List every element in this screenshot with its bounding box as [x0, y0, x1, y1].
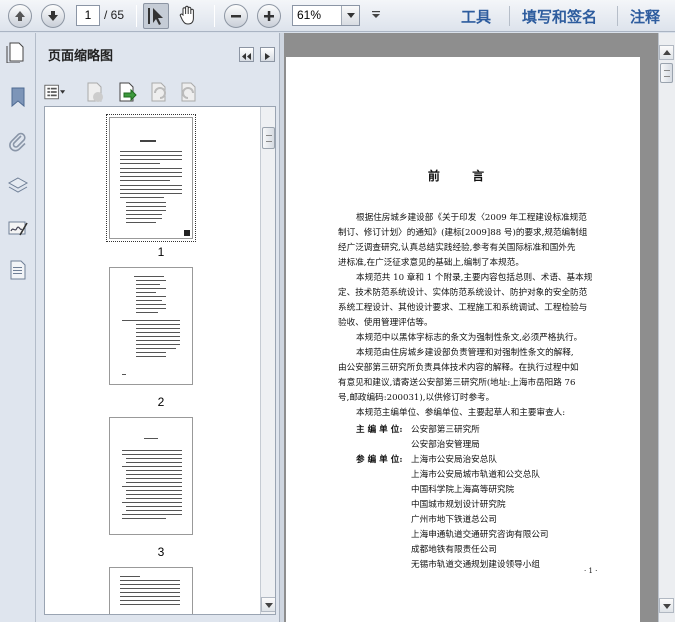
rotate-right-icon[interactable] — [178, 81, 200, 103]
comment-menu[interactable]: 注释 — [630, 6, 660, 27]
paragraph-line: 本规范由住房城乡建设部负责管理和对强制性条文的解释, — [356, 348, 574, 358]
thumbnail-page-4[interactable] — [109, 567, 193, 614]
paragraph-line: 号,邮政编码:200031),以供修订时参考。 — [338, 393, 495, 403]
scroll-down-button[interactable] — [659, 598, 674, 613]
toolbar-separator — [136, 5, 137, 27]
rotate-left-icon[interactable] — [148, 81, 170, 103]
page-total: / 65 — [104, 8, 125, 22]
thumbnail-label: 1 — [157, 245, 165, 259]
document-title: 前 言 — [427, 169, 499, 183]
toolbar-separator — [214, 5, 215, 27]
paragraph-line: 由公安部第三研究所负责具体技术内容的解释。在执行过程中如 — [338, 363, 579, 373]
chief-unit: 公安部治安管理局 — [411, 440, 480, 450]
bookmark-icon[interactable] — [6, 85, 30, 109]
hand-icon — [179, 5, 194, 25]
participant-unit: 上海申通轨道交通研究咨询有限公司 — [411, 530, 549, 540]
extract-page-icon[interactable] — [116, 81, 138, 103]
participant-unit-row: 参 编 单 位: 上海市公安局治安总队 — [356, 453, 497, 465]
participant-unit: 中国科学院上海高等研究院 — [411, 485, 515, 495]
paragraph-line: 制订、修订计划〉的通知》(建标[2009]88 号)的要求,规范编制组 — [338, 228, 588, 238]
zoom-value: 61% — [297, 8, 322, 22]
navigation-rail — [0, 33, 36, 622]
thumbnail-page-3[interactable] — [109, 417, 193, 535]
thumbnail-list: 1 2 3 — [44, 106, 276, 615]
select-tool-button[interactable] — [143, 3, 169, 29]
hand-tool-button[interactable] — [176, 3, 202, 29]
chief-unit: 公安部第三研究所 — [411, 425, 480, 435]
thumbnail-page-1[interactable] — [106, 114, 196, 242]
panel-header: 页面缩略图 — [6, 33, 279, 73]
document-content-icon[interactable] — [6, 258, 30, 282]
paragraph: 根据住房城乡建设部《关于印发〈2009 年工程建设标准规范 制订、修订计划〉的通… — [338, 211, 612, 271]
thumbnail-corner-marker — [184, 230, 190, 236]
cursor-icon — [148, 8, 163, 25]
paragraph-line: 本规范共 10 章和 1 个附录,主要内容包括总则、术语、基本规 — [356, 273, 593, 283]
thumbnail-scrollbar[interactable] — [260, 107, 275, 614]
paragraph: 本规范中以黑体字标志的条文为强制性条文,必须严格执行。 — [338, 331, 612, 346]
minus-icon — [231, 15, 241, 18]
paperclip-icon[interactable] — [6, 130, 30, 154]
next-page-button[interactable] — [41, 4, 65, 28]
delete-page-icon[interactable] — [84, 81, 106, 103]
participant-unit-label: 参 编 单 位: — [356, 455, 403, 465]
paragraph: 本规范由住房城乡建设部负责管理和对强制性条文的解释, 由公安部第三研究所负责具体… — [338, 346, 612, 406]
layers-icon[interactable] — [6, 174, 30, 198]
zoom-out-button[interactable] — [224, 4, 248, 28]
menu-separator — [509, 6, 510, 26]
participant-unit: 上海市公安局治安总队 — [411, 455, 497, 465]
arrow-up-icon — [15, 11, 25, 21]
menu-separator — [617, 6, 618, 26]
page-number-input[interactable]: 1 — [76, 5, 100, 26]
plus-icon — [264, 11, 274, 21]
participant-unit: 广州市地下铁道总公司 — [411, 515, 497, 525]
thumbnail-label: 2 — [157, 395, 165, 409]
participant-unit: 无锡市轨道交通规划建设领导小组 — [411, 560, 540, 570]
paragraph-line: 验收、使用管理评估等。 — [338, 318, 433, 328]
zoom-in-button[interactable] — [257, 4, 281, 28]
chevron-right-icon — [265, 53, 270, 60]
options-menu-icon[interactable] — [44, 81, 66, 103]
paragraph-line: 本规范中以黑体字标志的条文为强制性条文,必须严格执行。 — [356, 333, 583, 343]
paragraph-line: 进标准,在广泛征求意见的基础上,编制了本规范。 — [338, 258, 524, 268]
chevron-down-icon[interactable] — [341, 6, 359, 25]
previous-page-button[interactable] — [8, 4, 32, 28]
pages-icon — [6, 42, 24, 63]
participant-unit: 上海市公安局城市轨道和公交总队 — [411, 470, 540, 480]
fill-sign-menu[interactable]: 填写和签名 — [522, 6, 597, 27]
collapse-panel-button[interactable] — [239, 47, 254, 62]
paragraph: 本规范共 10 章和 1 个附录,主要内容包括总则、术语、基本规 定、技术防范系… — [338, 271, 612, 331]
participant-unit: 成都地铁有限责任公司 — [411, 545, 497, 555]
document-page: 前 言 根据住房城乡建设部《关于印发〈2009 年工程建设标准规范 制订、修订计… — [286, 57, 640, 622]
page-number: · 1 · — [584, 567, 598, 575]
thumbnail-toolbar — [36, 77, 279, 107]
thumbnail-label: 3 — [157, 545, 165, 559]
participant-unit: 中国城市规划设计研究院 — [411, 500, 506, 510]
paragraph-line: 有意见和建议,请寄送公安部第三研究所(地址:上海市岳阳路 76 — [338, 378, 576, 388]
chief-unit-label: 主 编 单 位: — [356, 425, 403, 435]
scroll-down-button[interactable] — [261, 597, 275, 612]
paragraph-line: 经广泛调查研究,认真总结实践经验,参考有关国际标准和国外先 — [338, 243, 576, 253]
scrollbar-thumb[interactable] — [660, 63, 673, 83]
scrollbar-thumb[interactable] — [262, 127, 275, 149]
signature-icon[interactable] — [6, 217, 30, 241]
double-chevron-left-icon — [242, 53, 251, 60]
page-thumbnails-panel: 页面缩略图 1 2 3 — [6, 33, 279, 622]
document-scrollbar[interactable] — [658, 33, 675, 622]
paragraph-line: 本规范主编单位、参编单位、主要起草人和主要审查人: — [356, 408, 566, 418]
paragraph-line: 定、技术防范系统设计、实体防范系统设计、防护对象的安全防范 — [338, 288, 588, 298]
document-view: 前 言 根据住房城乡建设部《关于印发〈2009 年工程建设标准规范 制订、修订计… — [284, 33, 658, 622]
panel-options-button[interactable] — [260, 47, 275, 62]
tools-menu[interactable]: 工具 — [461, 6, 491, 27]
more-tools-icon[interactable] — [371, 10, 381, 20]
chief-unit-row: 主 编 单 位: 公安部第三研究所 — [356, 423, 480, 435]
panel-title: 页面缩略图 — [48, 49, 114, 64]
thumbnail-page-2[interactable] — [109, 267, 193, 385]
paragraph-line: 根据住房城乡建设部《关于印发〈2009 年工程建设标准规范 — [356, 213, 587, 223]
scroll-up-button[interactable] — [659, 45, 674, 60]
paragraph-line: 系统工程设计、其他设计要求、工程施工和系统调试、工程检验与 — [338, 303, 588, 313]
paragraph: 本规范主编单位、参编单位、主要起草人和主要审查人: — [338, 406, 612, 421]
main-toolbar: 1 / 65 61% 工具 填写和签名 注释 — [0, 0, 675, 32]
arrow-down-icon — [48, 11, 58, 21]
zoom-select[interactable]: 61% — [292, 5, 360, 26]
